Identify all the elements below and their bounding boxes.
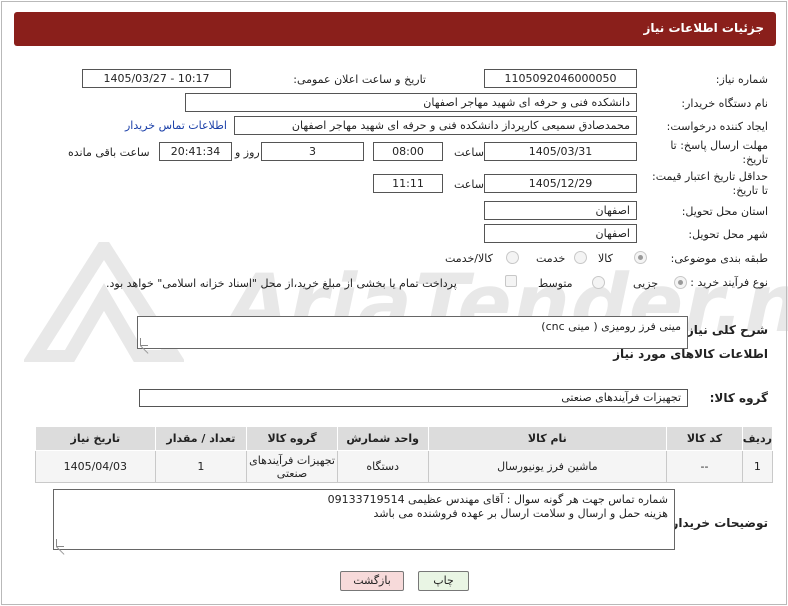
announce-datetime-field: 1405/03/27 - 10:17 xyxy=(82,69,231,88)
category-service-radio[interactable] xyxy=(574,251,587,264)
table-header-row: ردیف کد کالا نام کالا واحد شمارش گروه کا… xyxy=(35,426,774,451)
goods-info-title: اطلاعات کالاهای مورد نیاز xyxy=(613,347,768,361)
category-goods-label: کالا xyxy=(598,252,613,265)
category-goods-service-radio[interactable] xyxy=(506,251,519,264)
page-title: جزئیات اطلاعات نیاز xyxy=(643,21,764,35)
need-number-label: شماره نیاز: xyxy=(715,73,768,86)
col-need-date: تاریخ نیاز xyxy=(35,426,156,451)
description-text: مینی فرز رومیزی ( مینی cnc) xyxy=(541,320,681,333)
table-row[interactable]: 1 -- ماشین فرز یونیورسال دستگاه تجهیزات … xyxy=(35,450,774,483)
back-button[interactable]: بازگشت xyxy=(340,571,404,591)
price-validity-date-field: 1405/12/29 xyxy=(484,174,637,193)
cell-group: تجهیزات فرآیندهای صنعتی xyxy=(246,450,338,483)
process-medium-radio[interactable] xyxy=(592,276,605,289)
header-bar: جزئیات اطلاعات نیاز xyxy=(14,12,776,46)
cell-unit: دستگاه xyxy=(336,450,429,483)
cell-code: -- xyxy=(666,450,743,483)
buyer-notes-textarea[interactable]: شماره تماس جهت هر گونه سوال : آقای مهندس… xyxy=(53,489,675,550)
buyer-notes-label: توضیحات خریدار: xyxy=(666,516,768,530)
description-label: شرح کلی نیاز: xyxy=(682,323,768,337)
col-row: ردیف xyxy=(741,426,774,451)
description-textarea[interactable]: مینی فرز رومیزی ( مینی cnc) xyxy=(137,316,688,349)
requester-label: ایجاد کننده درخواست: xyxy=(666,120,768,133)
delivery-province-field: اصفهان xyxy=(484,201,637,220)
goods-group-label: گروه کالا: xyxy=(709,391,768,405)
category-label: طبقه بندی موضوعی: xyxy=(670,252,768,265)
cell-need-date: 1405/04/03 xyxy=(35,450,156,483)
category-goods-radio[interactable] xyxy=(634,251,647,264)
delivery-province-label: استان محل تحویل: xyxy=(681,205,768,218)
process-minor-radio[interactable] xyxy=(674,276,687,289)
category-goods-service-label: کالا/خدمت xyxy=(445,252,493,265)
process-type-label: نوع فرآیند خرید : xyxy=(690,276,768,289)
need-number-field: 1105092046000050 xyxy=(484,69,637,88)
remaining-time-field: 20:41:34 xyxy=(159,142,232,161)
category-service-label: خدمت xyxy=(536,252,566,265)
days-label: روز و xyxy=(235,146,260,159)
process-minor-label: جزیی xyxy=(633,277,659,290)
col-code: کد کالا xyxy=(666,426,743,451)
price-validity-time-label: ساعت xyxy=(454,178,484,191)
requester-field: محمدصادق سمیعی کارپرداز دانشکده فنی و حر… xyxy=(234,116,637,135)
price-validity-label-1: حداقل تاریخ اعتبار قیمت: xyxy=(652,170,768,183)
page-frame: AriaTender.net جزئیات اطلاعات نیاز شماره… xyxy=(1,1,788,605)
col-name: نام کالا xyxy=(427,426,668,451)
cell-quantity: 1 xyxy=(154,450,248,483)
treasury-payment-note: پرداخت تمام یا بخشی از مبلغ خرید،از محل … xyxy=(106,277,457,290)
response-deadline-label-2: تاریخ: xyxy=(742,153,768,166)
print-button[interactable]: چاپ xyxy=(418,571,469,591)
announce-datetime-label: تاریخ و ساعت اعلان عمومی: xyxy=(293,73,426,86)
delivery-city-label: شهر محل تحویل: xyxy=(688,228,768,241)
buyer-contact-link[interactable]: اطلاعات تماس خریدار xyxy=(125,119,227,132)
response-deadline-label-1: مهلت ارسال پاسخ: تا xyxy=(670,139,768,152)
goods-table: ردیف کد کالا نام کالا واحد شمارش گروه کا… xyxy=(35,426,774,483)
buyer-notes-line-2: هزینه حمل و ارسال و سلامت ارسال بر عهده … xyxy=(373,507,668,520)
delivery-city-field: اصفهان xyxy=(484,224,637,243)
response-date-field: 1405/03/31 xyxy=(484,142,637,161)
col-group: گروه کالا xyxy=(246,426,338,451)
response-time-label: ساعت xyxy=(454,146,484,159)
goods-group-field: تجهیزات فرآیندهای صنعتی xyxy=(139,389,688,407)
col-quantity: تعداد / مقدار xyxy=(154,426,248,451)
buyer-notes-line-1: شماره تماس جهت هر گونه سوال : آقای مهندس… xyxy=(327,493,668,506)
price-validity-label-2: تا تاریخ: xyxy=(732,184,768,197)
treasury-payment-checkbox[interactable] xyxy=(505,275,517,287)
remaining-days-field: 3 xyxy=(261,142,364,161)
price-validity-time-field: 11:11 xyxy=(373,174,443,193)
col-unit: واحد شمارش xyxy=(336,426,429,451)
resize-handle-icon[interactable] xyxy=(140,338,148,346)
remaining-time-label: ساعت باقی مانده xyxy=(68,146,150,159)
cell-name: ماشین فرز یونیورسال xyxy=(427,450,668,483)
buyer-org-field: دانشکده فنی و حرفه ای شهید مهاجر اصفهان xyxy=(185,93,637,112)
response-time-field: 08:00 xyxy=(373,142,443,161)
process-medium-label: متوسط xyxy=(538,277,573,290)
buyer-org-label: نام دستگاه خریدار: xyxy=(681,97,768,110)
resize-handle-icon[interactable] xyxy=(56,539,64,547)
cell-row: 1 xyxy=(741,450,774,483)
